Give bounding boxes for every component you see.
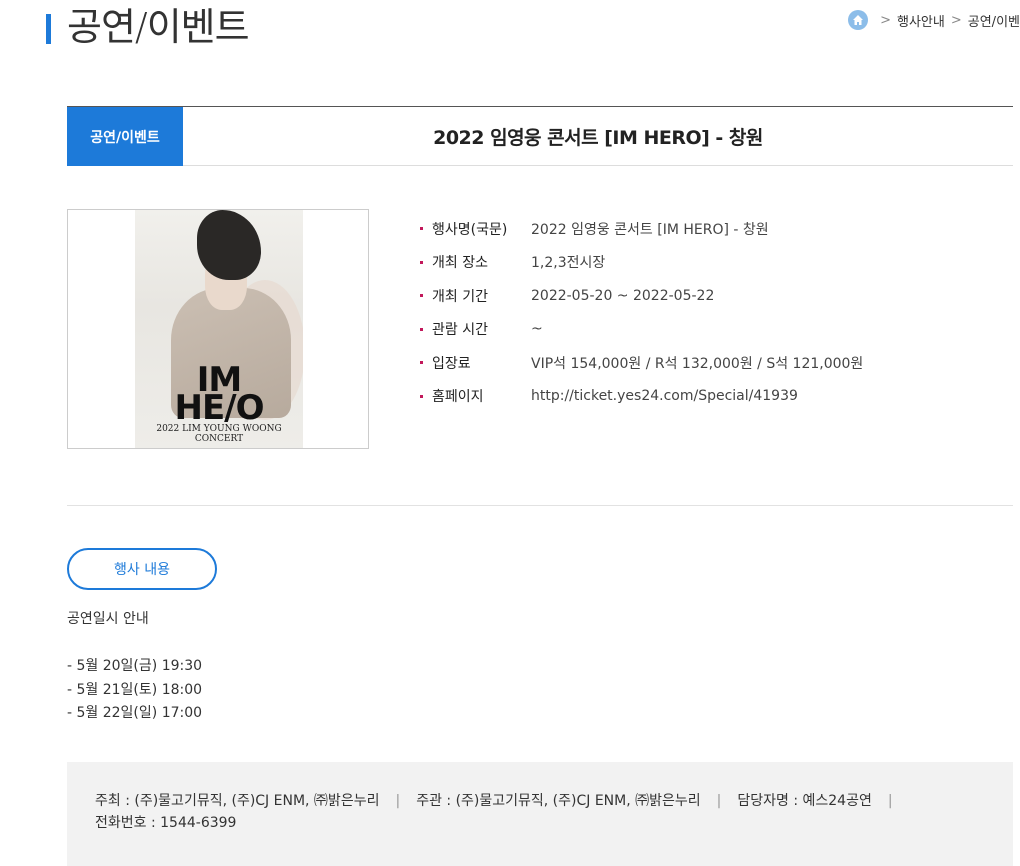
- poster-subtitle: 2022 LIM YOUNG WOONG CONCERT: [135, 424, 303, 444]
- event-poster-image: IM HE/O 2022 LIM YOUNG WOONG CONCERT: [135, 210, 303, 448]
- bullet-icon: [420, 260, 423, 264]
- schedule-item: - 5월 20일(금) 19:30: [67, 658, 203, 674]
- info-value: 1,2,3전시장: [531, 255, 606, 272]
- separator: |: [887, 793, 893, 809]
- bullet-icon: [420, 294, 423, 298]
- event-info-list: 행사명(국문) 2022 임영웅 콘서트 [IM HERO] - 창원 개최 장소…: [420, 212, 863, 413]
- separator: |: [716, 793, 722, 809]
- chevron-right-icon: >: [950, 12, 962, 28]
- info-label: 홈페이지: [432, 389, 484, 406]
- page-title-accent-bar: [46, 14, 51, 44]
- event-details-content: 공연일시 안내 - 5월 20일(금) 19:30 - 5월 21일(토) 18…: [67, 608, 202, 726]
- phone-info: 전화번호 : 1544-6399: [95, 815, 237, 831]
- page-title: 공연/이벤트: [67, 5, 250, 49]
- info-label: 행사명(국문): [432, 221, 508, 238]
- info-row-hours: 관람 시간 ~: [420, 313, 863, 347]
- schedule-heading: 공연일시 안내: [67, 611, 149, 627]
- breadcrumb: > 행사안내 > 공연/이벤: [848, 10, 1020, 30]
- breadcrumb-item-event-info[interactable]: 행사안내: [897, 11, 945, 30]
- info-label: 입장료: [432, 355, 471, 372]
- info-label: 개최 기간: [432, 288, 488, 305]
- bullet-icon: [420, 361, 423, 365]
- poster-title-line2: HE/O: [174, 388, 264, 428]
- event-poster-frame: IM HE/O 2022 LIM YOUNG WOONG CONCERT: [67, 209, 369, 449]
- poster-subtitle-line2: CONCERT: [194, 434, 244, 444]
- contact-name: 담당자명 : 예스24공연: [737, 793, 872, 809]
- bullet-icon: [420, 227, 423, 231]
- schedule-item: - 5월 21일(토) 18:00: [67, 681, 203, 698]
- info-label: 관람 시간: [432, 322, 488, 339]
- organizer-info: 주관 : (주)물고기뮤직, (주)CJ ENM, ㈜밝은누리: [416, 793, 701, 809]
- homepage-link[interactable]: http://ticket.yes24.com/Special/41939: [531, 388, 798, 404]
- event-header: 공연/이벤트 2022 임영웅 콘서트 [IM HERO] - 창원: [67, 106, 1013, 166]
- section-divider: [67, 505, 1013, 506]
- event-organizer-info: 주최 : (주)물고기뮤직, (주)CJ ENM, ㈜밝은누리 | 주관 : (주)…: [67, 762, 1013, 866]
- schedule-item: - 5월 22일(일) 17:00: [67, 705, 203, 721]
- info-value: 2022 임영웅 콘서트 [IM HERO] - 창원: [531, 221, 769, 238]
- info-row-admission: 입장료 VIP석 154,000원 / R석 132,000원 / S석 121,…: [420, 346, 863, 380]
- home-icon[interactable]: [848, 10, 869, 30]
- event-title: 2022 임영웅 콘서트 [IM HERO] - 창원: [433, 127, 763, 149]
- breadcrumb-item-performance[interactable]: 공연/이벤: [968, 11, 1020, 30]
- host-info: 주최 : (주)물고기뮤직, (주)CJ ENM, ㈜밝은누리: [95, 793, 380, 809]
- info-row-homepage: 홈페이지 http://ticket.yes24.com/Special/4193…: [420, 380, 863, 414]
- chevron-right-icon: >: [880, 12, 892, 28]
- bullet-icon: [420, 327, 423, 331]
- separator: |: [395, 793, 401, 809]
- info-value: 2022-05-20 ~ 2022-05-22: [531, 287, 715, 304]
- info-row-name: 행사명(국문) 2022 임영웅 콘서트 [IM HERO] - 창원: [420, 212, 863, 246]
- info-row-venue: 개최 장소 1,2,3전시장: [420, 246, 863, 280]
- info-value: ~: [531, 321, 543, 338]
- event-category-badge: 공연/이벤트: [67, 107, 183, 166]
- poster-subtitle-line1: 2022 LIM YOUNG WOONG: [156, 424, 282, 434]
- info-label: 개최 장소: [432, 255, 488, 272]
- event-details-button[interactable]: 행사 내용: [67, 548, 217, 590]
- info-row-period: 개최 기간 2022-05-20 ~ 2022-05-22: [420, 279, 863, 313]
- bullet-icon: [420, 394, 423, 398]
- info-value: VIP석 154,000원 / R석 132,000원 / S석 121,000…: [531, 355, 864, 372]
